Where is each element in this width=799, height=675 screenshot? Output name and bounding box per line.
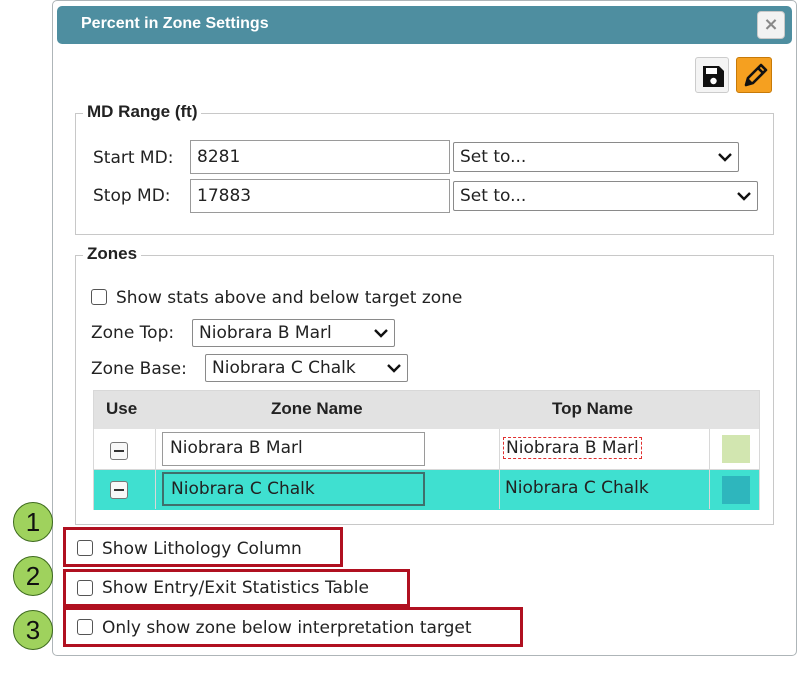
zone-below-target-checkbox[interactable] — [77, 619, 93, 635]
chevron-down-icon — [387, 364, 401, 373]
column-divider — [709, 429, 710, 509]
stop-md-select[interactable]: Set to... — [453, 181, 758, 211]
md-range-legend: MD Range (ft) — [83, 102, 202, 122]
column-header-use: Use — [106, 399, 138, 418]
zone-name-input[interactable]: Niobrara C Chalk — [162, 472, 425, 506]
start-md-select-value: Set to... — [460, 147, 527, 167]
floppy-disk-icon — [703, 66, 724, 87]
callout-badge-2: 2 — [13, 556, 53, 596]
show-stats-label: Show stats above and below target zone — [116, 288, 463, 308]
chevron-down-icon — [374, 329, 388, 338]
table-row[interactable]: Niobrara B Marl Niobrara B Marl — [94, 429, 759, 470]
dialog-title: Percent in Zone Settings — [81, 15, 269, 32]
zone-base-select[interactable]: Niobrara C Chalk — [205, 354, 408, 382]
zone-name-input[interactable]: Niobrara B Marl — [162, 432, 425, 466]
remove-row-button[interactable] — [110, 442, 128, 460]
zone-base-label: Zone Base: — [91, 359, 187, 379]
remove-row-button[interactable] — [110, 481, 128, 499]
start-md-label: Start MD: — [93, 148, 174, 168]
zones-table-header: Use Zone Name Top Name — [94, 391, 759, 429]
zone-below-target-label: Only show zone below interpretation targ… — [102, 618, 472, 638]
show-entry-exit-label: Show Entry/Exit Statistics Table — [102, 578, 369, 598]
zone-base-select-value: Niobrara C Chalk — [212, 358, 356, 378]
zone-color-swatch[interactable] — [722, 435, 750, 463]
close-button[interactable]: × — [757, 11, 785, 39]
save-button[interactable] — [695, 57, 729, 93]
zone-color-swatch[interactable] — [722, 476, 750, 504]
pencil-icon — [744, 63, 768, 87]
zones-table: Use Zone Name Top Name Niobrara B Marl N… — [93, 390, 760, 510]
zone-top-select[interactable]: Niobrara B Marl — [192, 319, 395, 347]
start-md-select[interactable]: Set to... — [453, 142, 739, 172]
column-divider — [155, 429, 156, 509]
zones-legend: Zones — [83, 244, 142, 264]
top-name-cell[interactable]: Niobrara C Chalk — [505, 478, 649, 498]
top-name-cell[interactable]: Niobrara B Marl — [503, 437, 642, 459]
md-range-group — [75, 113, 774, 235]
column-header-zone-name: Zone Name — [271, 399, 363, 418]
dialog-titlebar: Percent in Zone Settings × — [57, 6, 792, 44]
table-row[interactable]: Niobrara C Chalk Niobrara C Chalk — [94, 470, 759, 510]
stop-md-select-value: Set to... — [460, 186, 527, 206]
callout-badge-3: 3 — [13, 610, 53, 650]
show-lithology-checkbox[interactable] — [77, 540, 93, 556]
chevron-down-icon — [737, 192, 751, 201]
zone-top-select-value: Niobrara B Marl — [199, 323, 332, 343]
start-md-input[interactable]: 8281 — [190, 140, 450, 174]
column-divider — [499, 429, 500, 509]
close-icon: × — [763, 14, 779, 35]
stop-md-input[interactable]: 17883 — [190, 179, 450, 213]
show-lithology-label: Show Lithology Column — [102, 539, 302, 559]
callout-badge-1: 1 — [13, 502, 53, 542]
chevron-down-icon — [718, 153, 732, 162]
stop-md-label: Stop MD: — [93, 186, 171, 206]
show-stats-checkbox[interactable] — [91, 289, 107, 305]
show-entry-exit-checkbox[interactable] — [77, 580, 93, 596]
column-header-top-name: Top Name — [552, 399, 633, 418]
zone-top-label: Zone Top: — [91, 323, 175, 343]
edit-button[interactable] — [736, 57, 772, 93]
